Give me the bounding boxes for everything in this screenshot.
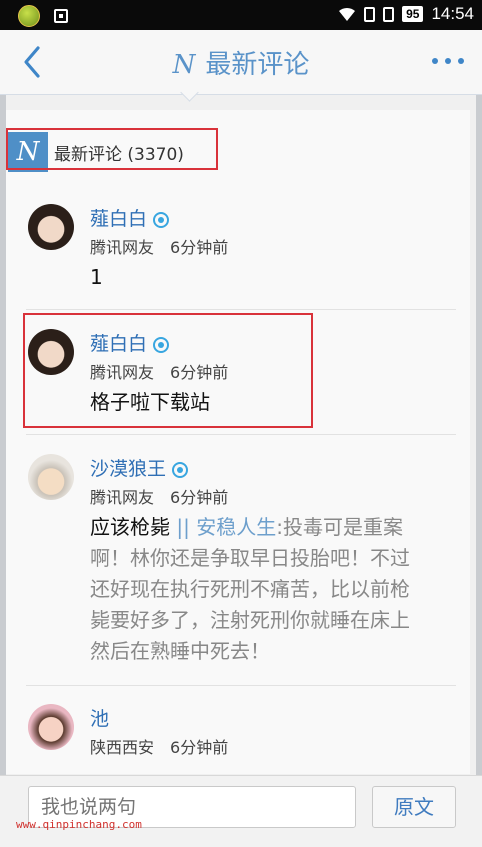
verified-icon — [172, 461, 189, 478]
top-nav-bar: N 最新评论 — [0, 30, 482, 95]
comment-text: 应该枪毙 || 安稳人生:投毒可是重案 啊！林你还是争取早日投胎吧！不过 还好现… — [90, 515, 410, 663]
screenshot-icon — [54, 9, 68, 23]
header-highlight-box — [6, 128, 218, 170]
verified-icon — [153, 211, 170, 228]
page-title: N 最新评论 — [0, 44, 482, 81]
background-shade-right — [476, 95, 482, 775]
watermark-text: www.qinpinchang.com — [16, 818, 142, 831]
divider — [26, 685, 456, 686]
comments-panel: N 最新评论 (3370) 薤白白 腾讯网友 6分钟前 1 薤白白 腾讯网友 6分钟… — [6, 110, 470, 774]
comment-meta: 腾讯网友 6分钟前 — [90, 488, 229, 507]
sim2-icon — [383, 6, 395, 22]
comment-highlight-box — [23, 313, 313, 428]
divider — [26, 434, 456, 435]
comment-text: 1 — [90, 265, 103, 289]
more-options-icon[interactable] — [432, 58, 464, 64]
page-title-text: 最新评论 — [205, 50, 310, 80]
original-article-button[interactable]: 原文 — [372, 786, 456, 828]
quoted-username: 安稳人生 — [196, 515, 277, 539]
battery-icon: 95 — [402, 6, 424, 22]
user-avatar[interactable] — [28, 454, 74, 500]
wifi-icon — [339, 7, 356, 21]
comment-username[interactable]: 池 — [90, 704, 109, 731]
comment-composer: 原文 — [0, 775, 482, 847]
status-bar: 95 14:54 — [0, 0, 482, 30]
comment-meta: 陕西西安 6分钟前 — [90, 738, 229, 757]
app-notification-icon — [18, 5, 40, 27]
clock: 14:54 — [431, 4, 474, 23]
divider — [26, 309, 456, 310]
comment-meta: 腾讯网友 6分钟前 — [90, 238, 229, 257]
comment-username[interactable]: 薤白白 — [90, 204, 170, 231]
sim1-icon — [364, 6, 376, 22]
comment-username[interactable]: 沙漠狼王 — [90, 454, 189, 481]
user-avatar[interactable] — [28, 204, 74, 250]
user-avatar[interactable] — [28, 704, 74, 750]
brand-letter: N — [172, 50, 196, 80]
